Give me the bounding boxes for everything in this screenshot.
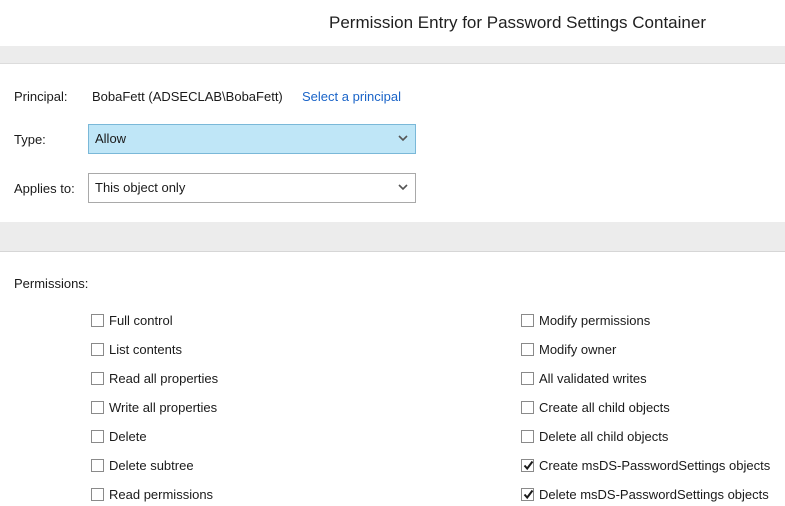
permission-list-contents[interactable]: List contents xyxy=(91,340,182,358)
permission-label: Full control xyxy=(109,312,173,328)
section-band xyxy=(0,222,785,252)
dialog-title: Permission Entry for Password Settings C… xyxy=(329,13,706,32)
checkbox[interactable] xyxy=(521,429,534,443)
permission-label: List contents xyxy=(109,341,182,357)
chevron-down-icon xyxy=(398,135,408,142)
permission-label: Delete all child objects xyxy=(539,428,669,444)
applies-to-select[interactable]: This object only xyxy=(88,173,416,203)
select-principal-link[interactable]: Select a principal xyxy=(302,89,401,104)
checkmark-icon xyxy=(523,489,534,499)
permission-delete-subtree[interactable]: Delete subtree xyxy=(91,456,194,474)
permission-label: Write all properties xyxy=(109,399,218,415)
checkbox[interactable] xyxy=(521,342,534,356)
permission-modify-owner[interactable]: Modify owner xyxy=(521,340,616,358)
type-select-value: Allow xyxy=(95,131,127,146)
checkbox[interactable] xyxy=(91,487,104,501)
type-select[interactable]: Allow xyxy=(88,124,416,154)
checkmark-icon xyxy=(523,460,534,470)
applies-to-select-value: This object only xyxy=(95,180,186,195)
checkbox[interactable] xyxy=(91,313,104,327)
checkbox[interactable] xyxy=(91,371,104,385)
permission-label: Delete xyxy=(109,428,147,444)
permission-label: Modify permissions xyxy=(539,312,651,328)
permission-create-msds-passwordsettings[interactable]: Create msDS-PasswordSettings objects xyxy=(521,456,770,474)
permission-all-validated-writes[interactable]: All validated writes xyxy=(521,369,647,387)
permission-write-all-properties[interactable]: Write all properties xyxy=(91,398,217,416)
permission-full-control[interactable]: Full control xyxy=(91,311,173,329)
permission-delete-msds-passwordsettings[interactable]: Delete msDS-PasswordSettings objects xyxy=(521,485,769,503)
principal-value: BobaFett (ADSECLAB\BobaFett) xyxy=(92,89,283,104)
checkbox[interactable] xyxy=(521,371,534,385)
checkbox[interactable] xyxy=(91,429,104,443)
permission-read-permissions[interactable]: Read permissions xyxy=(91,485,213,503)
permission-delete[interactable]: Delete xyxy=(91,427,147,445)
applies-to-label: Applies to: xyxy=(14,181,75,196)
checkbox[interactable] xyxy=(91,342,104,356)
checkbox[interactable] xyxy=(521,400,534,414)
checkbox[interactable] xyxy=(91,458,104,472)
type-label: Type: xyxy=(14,132,46,147)
checkbox[interactable] xyxy=(521,313,534,327)
permission-label: Read all properties xyxy=(109,370,219,386)
permission-label: Modify owner xyxy=(539,341,617,357)
permission-label: Create all child objects xyxy=(539,399,670,415)
permission-read-all-properties[interactable]: Read all properties xyxy=(91,369,218,387)
title-bar: Permission Entry for Password Settings C… xyxy=(0,0,785,46)
header-band xyxy=(0,46,785,64)
permission-label: Delete msDS-PasswordSettings objects xyxy=(539,486,769,502)
permission-label: Read permissions xyxy=(109,486,214,502)
permissions-header: Permissions: xyxy=(14,276,89,291)
permission-label: Create msDS-PasswordSettings objects xyxy=(539,457,771,473)
checkbox-checked[interactable] xyxy=(521,458,534,472)
chevron-down-icon xyxy=(398,184,408,191)
permission-label: Delete subtree xyxy=(109,457,194,473)
permission-delete-all-child-objects[interactable]: Delete all child objects xyxy=(521,427,668,445)
permission-label: All validated writes xyxy=(539,370,647,386)
permission-create-all-child-objects[interactable]: Create all child objects xyxy=(521,398,670,416)
permission-modify-permissions[interactable]: Modify permissions xyxy=(521,311,650,329)
checkbox[interactable] xyxy=(91,400,104,414)
permission-entry-dialog: Permission Entry for Password Settings C… xyxy=(0,0,785,506)
principal-label: Principal: xyxy=(14,89,68,104)
checkbox-checked[interactable] xyxy=(521,487,534,501)
